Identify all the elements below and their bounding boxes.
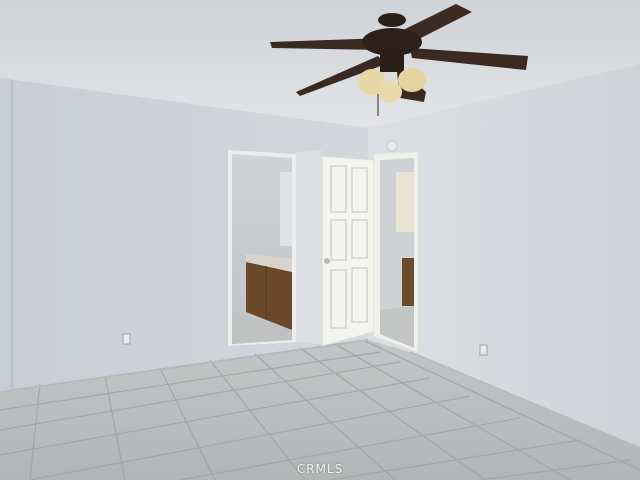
door-knob-icon (324, 258, 330, 264)
hall-cabinet (402, 258, 414, 306)
door-frame (296, 150, 322, 344)
watermark-logo: CRMLS (296, 462, 344, 476)
room-photo: CRMLS (0, 0, 640, 480)
room-illustration (0, 0, 640, 480)
bathroom-doorway (228, 150, 296, 346)
outlet-icon (122, 333, 131, 345)
outlet-icon (479, 344, 488, 356)
hallway-doorway (374, 152, 418, 352)
open-door (321, 155, 375, 347)
fan-light (398, 68, 426, 92)
bathroom-mirror (280, 172, 292, 246)
fan-light (378, 81, 402, 103)
smoke-detector (386, 140, 398, 152)
